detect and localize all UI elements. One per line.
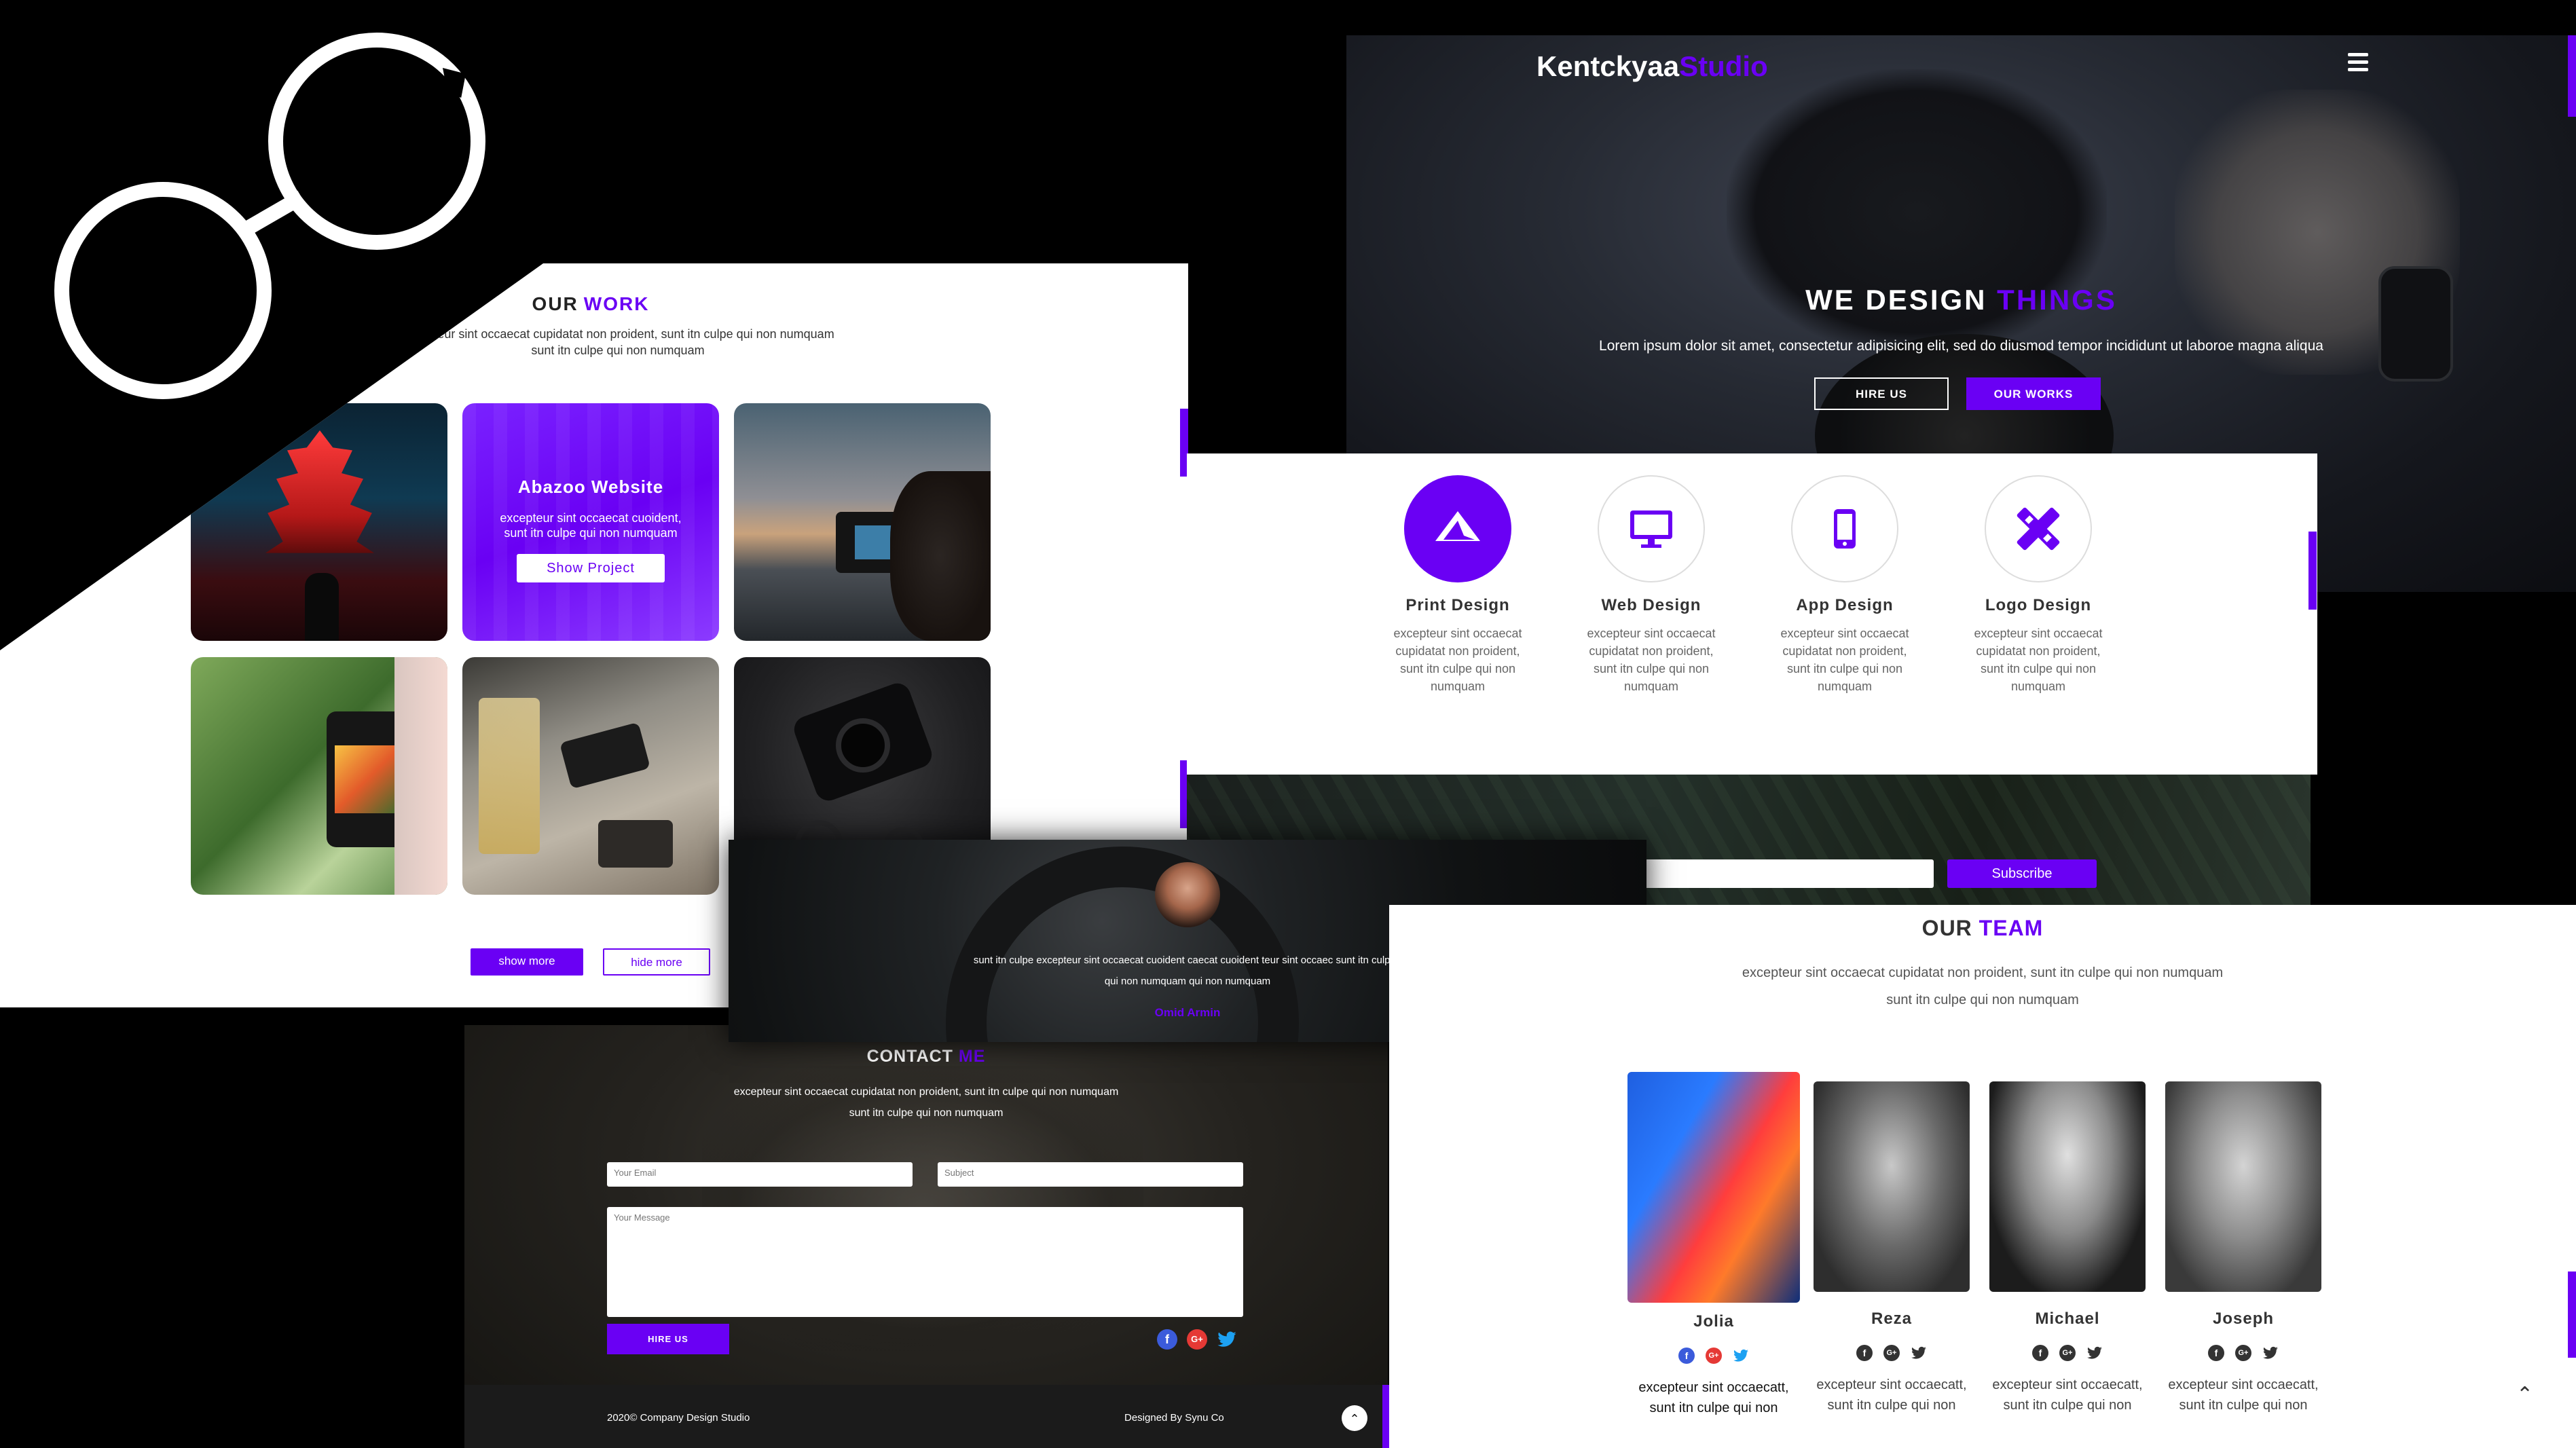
mobile-icon	[1791, 475, 1898, 582]
member-name: Michael	[2035, 1310, 2100, 1328]
hire-us-button[interactable]: HIRE US	[1814, 377, 1949, 410]
team-member-card[interactable]: Jolia f G+ excepteur sint occaecatt, sun…	[1627, 1072, 1800, 1418]
facebook-icon[interactable]: f	[2208, 1345, 2224, 1361]
service-desc: excepteur sint occaecat cupidatat non pr…	[1393, 627, 1522, 693]
facebook-icon[interactable]: f	[2032, 1345, 2048, 1361]
scroll-top-button[interactable]: ⌃	[1342, 1405, 1367, 1431]
member-desc: excepteur sint occaecatt, sunt itn culpe…	[1816, 1377, 1967, 1413]
service-web-design[interactable]: Web Design excepteur sint occaecat cupid…	[1563, 475, 1740, 695]
facebook-icon[interactable]: f	[1678, 1348, 1695, 1364]
hero-title: WE DESIGN THINGS	[1805, 284, 2117, 316]
google-plus-icon[interactable]: G+	[2235, 1345, 2251, 1361]
hamburger-icon[interactable]	[2348, 53, 2368, 75]
services-section: Print Design excepteur sint occaecat cup…	[1187, 453, 2317, 775]
show-project-button[interactable]: Show Project	[517, 554, 665, 582]
contact-section: CONTACT ME excepteur sint occaecat cupid…	[464, 1025, 1388, 1448]
portfolio-tile-phone-drink[interactable]	[462, 657, 719, 895]
service-desc: excepteur sint occaecat cupidatat non pr…	[1974, 627, 2103, 693]
avatar	[1814, 1081, 1970, 1292]
twitter-icon[interactable]	[1911, 1345, 1927, 1361]
work-subtitle: excepteur sint occaecat cupidatat non pr…	[401, 327, 834, 357]
google-plus-icon[interactable]: G+	[1883, 1345, 1900, 1361]
monitor-icon	[1598, 475, 1705, 582]
twitter-icon[interactable]	[1217, 1329, 1237, 1350]
team-member-card[interactable]: Michael f G+ excepteur sint occaecatt, s…	[1983, 1081, 2152, 1415]
team-member-card[interactable]: Reza f G+ excepteur sint occaecatt, sunt…	[1807, 1081, 1976, 1415]
portfolio-tile-abazoo[interactable]: Abazoo Website excepteur sint occaecat c…	[462, 403, 719, 641]
brand-logo[interactable]: KentckyaaStudio	[1537, 50, 1768, 83]
twitter-icon[interactable]	[2086, 1345, 2103, 1361]
message-field[interactable]: Your Message	[607, 1207, 1243, 1317]
scroll-indicator	[2568, 35, 2576, 117]
twitter-icon[interactable]	[1733, 1348, 1749, 1364]
service-desc: excepteur sint occaecat cupidatat non pr…	[1780, 627, 1909, 693]
member-social-icons: f G+	[1983, 1345, 2152, 1361]
contact-title: CONTACT ME	[866, 1047, 986, 1066]
member-desc: excepteur sint occaecatt, sunt itn culpe…	[1638, 1380, 1789, 1415]
team-desc: excepteur sint occaecat cupidatat non pr…	[1742, 965, 2224, 1007]
subscribe-button[interactable]: Subscribe	[1947, 859, 2097, 888]
testimonial-avatar	[1155, 862, 1220, 927]
avatar	[1989, 1081, 2146, 1292]
our-works-button[interactable]: OUR WORKS	[1966, 377, 2101, 410]
member-social-icons: f G+	[1629, 1348, 1799, 1364]
member-social-icons: f G+	[1807, 1345, 1976, 1361]
featured-project-title: Abazoo Website	[517, 477, 664, 497]
chevron-up-icon[interactable]: ⌃	[2516, 1383, 2533, 1407]
hire-us-submit-button[interactable]: HIRE US	[607, 1324, 729, 1354]
scroll-indicator	[2308, 532, 2317, 610]
pencil-ruler-icon	[1985, 475, 2092, 582]
google-plus-icon[interactable]: G+	[1706, 1348, 1722, 1364]
copyright-text: 2020© Company Design Studio	[607, 1412, 750, 1424]
email-field[interactable]: Your Email	[607, 1162, 913, 1187]
facebook-icon[interactable]: f	[1157, 1329, 1177, 1350]
facebook-icon[interactable]: f	[1856, 1345, 1873, 1361]
scroll-indicator	[2568, 1271, 2576, 1358]
scroll-indicator	[1382, 1385, 1389, 1448]
show-more-button[interactable]: show more	[471, 948, 583, 976]
service-title: Print Design	[1405, 596, 1510, 614]
service-desc: excepteur sint occaecat cupidatat non pr…	[1587, 627, 1716, 693]
twitter-icon[interactable]	[2262, 1345, 2279, 1361]
team-member-card[interactable]: Joseph f G+ excepteur sint occaecatt, su…	[2158, 1081, 2328, 1415]
member-social-icons: f G+	[2158, 1345, 2328, 1361]
portfolio-tile-temple[interactable]	[191, 403, 447, 641]
portfolio-tile-camera-sunset[interactable]	[734, 403, 991, 641]
hide-more-button[interactable]: hide more	[603, 948, 710, 976]
hero-description: Lorem ipsum dolor sit amet, consectetur …	[1599, 338, 2323, 354]
contact-desc: excepteur sint occaecat cupidatat non pr…	[733, 1086, 1119, 1119]
avatar	[2165, 1081, 2321, 1292]
google-plus-icon[interactable]: G+	[2059, 1345, 2076, 1361]
designed-by-text: Designed By Synu Co	[1124, 1412, 1224, 1424]
member-desc: excepteur sint occaecatt, sunt itn culpe…	[1992, 1377, 2143, 1413]
featured-project-desc: excepteur sint occaecat cuoident, sunt i…	[500, 511, 682, 540]
service-logo-design[interactable]: Logo Design excepteur sint occaecat cupi…	[1950, 475, 2127, 695]
service-app-design[interactable]: App Design excepteur sint occaecat cupid…	[1756, 475, 1933, 695]
subject-field[interactable]: Subject	[938, 1162, 1243, 1187]
member-desc: excepteur sint occaecatt, sunt itn culpe…	[2168, 1377, 2319, 1413]
footer-bar: 2020© Company Design Studio Designed By …	[464, 1385, 1388, 1448]
member-name: Reza	[1871, 1310, 1913, 1328]
subscribe-email-input[interactable]	[1621, 859, 1934, 888]
service-title: Web Design	[1601, 596, 1701, 614]
portfolio-tile-flower-camera[interactable]	[191, 657, 447, 895]
paper-plane-icon	[1404, 475, 1511, 582]
service-title: App Design	[1796, 596, 1894, 614]
contact-social-icons: f G+	[1157, 1329, 1237, 1350]
avatar	[1627, 1072, 1800, 1303]
google-plus-icon[interactable]: G+	[1187, 1329, 1207, 1350]
team-title: OUR TEAM	[1921, 916, 2044, 940]
service-title: Logo Design	[1985, 596, 2092, 614]
team-section: OUR TEAM excepteur sint occaecat cupidat…	[1389, 905, 2576, 1448]
member-name: Joseph	[2212, 1310, 2275, 1328]
member-name: Jolia	[1693, 1312, 1734, 1331]
service-print-design[interactable]: Print Design excepteur sint occaecat cup…	[1369, 475, 1546, 695]
